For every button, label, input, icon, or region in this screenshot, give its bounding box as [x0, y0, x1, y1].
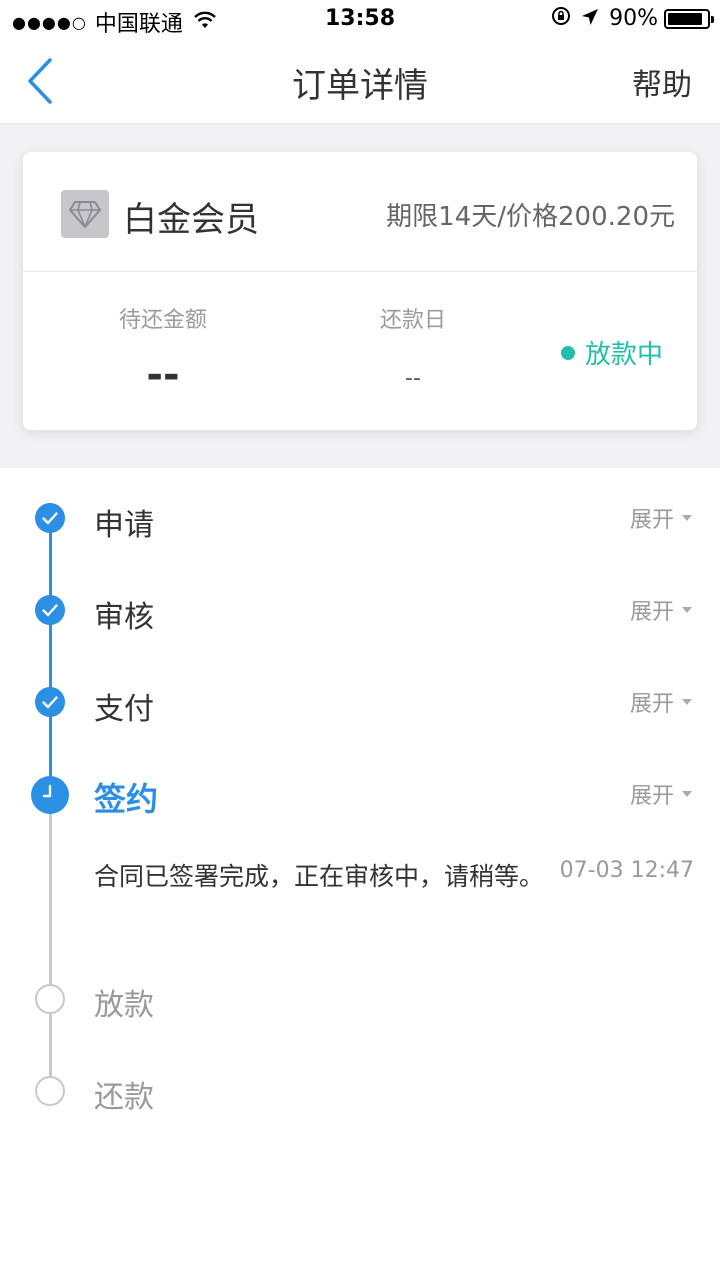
status-text: 放款中 — [584, 340, 663, 370]
caret-down-icon — [682, 699, 692, 705]
step-expand-review[interactable]: 展开 — [630, 594, 692, 626]
expand-label: 展开 — [629, 508, 674, 533]
caret-down-icon — [682, 791, 692, 797]
timeline-line-pending — [48, 808, 52, 1092]
orientation-lock-icon — [551, 6, 571, 31]
expand-label: 展开 — [629, 692, 674, 717]
order-progress-timeline: 申请 展开 审核 展开 支付 展开 签约 展开 合同已签署完成，正在审核中，请稍… — [0, 468, 720, 1280]
pending-amount-stat: 待还金额 — [93, 302, 233, 334]
step-label-payment: 支付 — [94, 692, 154, 727]
step-label-apply: 申请 — [94, 508, 154, 543]
membership-name: 白金会员 — [123, 200, 259, 240]
step-label-signing: 签约 — [94, 780, 159, 818]
caret-down-icon — [682, 515, 692, 521]
caret-down-icon — [682, 607, 692, 613]
pending-amount-label: 待还金额 — [118, 308, 207, 333]
due-date-label: 还款日 — [379, 308, 446, 333]
step-label-review: 审核 — [94, 600, 154, 635]
help-button[interactable]: 帮助 — [632, 60, 692, 104]
battery-level — [668, 12, 703, 25]
pending-amount-value: -- — [146, 352, 180, 398]
step-check-icon — [35, 687, 65, 717]
step-pending-circle-icon — [35, 1076, 65, 1106]
step-pending-circle-icon — [35, 984, 65, 1014]
step-timestamp: 07-03 12:47 — [559, 858, 694, 883]
page-title: 订单详情 — [292, 66, 428, 106]
step-check-icon — [35, 595, 65, 625]
location-arrow-icon — [581, 7, 599, 31]
step-description: 合同已签署完成，正在审核中，请稍等。 — [94, 862, 545, 891]
step-expand-payment[interactable]: 展开 — [630, 686, 692, 718]
step-label-disbursement: 放款 — [94, 988, 154, 1023]
due-date-stat: 还款日 — [363, 302, 463, 334]
membership-term: 期限14天/价格200.20元 — [386, 202, 675, 232]
membership-card-header: 白金会员 期限14天/价格200.20元 — [23, 152, 697, 272]
expand-label: 展开 — [629, 784, 674, 809]
step-expand-signing[interactable]: 展开 — [630, 778, 692, 810]
navigation-bar: 订单详情 帮助 — [0, 40, 720, 124]
battery-icon — [664, 8, 714, 29]
status-bar: ●●●●○ 中国联通 13:58 90% — [0, 0, 720, 40]
battery-percentage: 90% — [609, 6, 658, 31]
step-expand-apply[interactable]: 展开 — [630, 502, 692, 534]
diamond-icon — [61, 190, 109, 238]
membership-card: 白金会员 期限14天/价格200.20元 待还金额 -- 还款日 -- 放款中 — [23, 152, 697, 430]
status-badge: 放款中 — [560, 334, 663, 371]
status-dot-icon — [560, 345, 575, 360]
timeline-line-completed — [48, 518, 52, 794]
step-check-icon — [35, 503, 65, 533]
step-clock-icon — [31, 776, 69, 814]
step-label-repayment: 还款 — [94, 1080, 154, 1115]
due-date-value: -- — [405, 366, 421, 391]
expand-label: 展开 — [629, 600, 674, 625]
